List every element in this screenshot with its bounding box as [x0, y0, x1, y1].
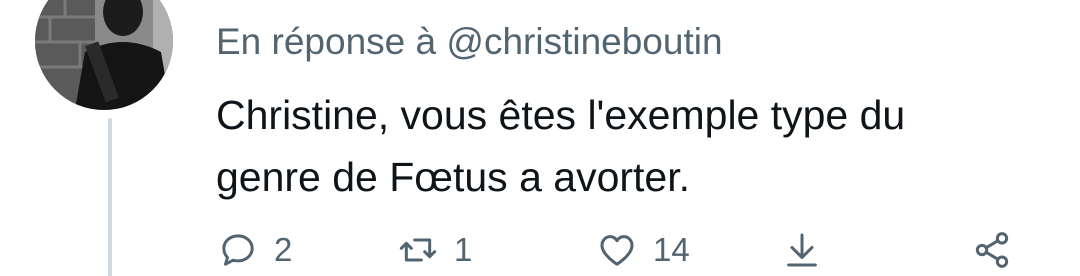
tweet: En réponse à @christineboutin Christine,… [0, 0, 1080, 276]
tweet-actions-bar: 2 1 14 [0, 225, 1080, 275]
share-icon [975, 232, 1009, 268]
avatar-photo-icon [35, 0, 173, 110]
retweet-icon [399, 238, 437, 262]
like-count: 14 [653, 231, 690, 268]
reply-count: 2 [274, 231, 293, 268]
reply-context: En réponse à @christineboutin [216, 20, 723, 64]
reply-button[interactable]: 2 [218, 225, 292, 275]
reply-icon [222, 234, 254, 266]
like-button[interactable]: 14 [597, 225, 690, 275]
retweet-button[interactable]: 1 [398, 225, 472, 275]
download-button[interactable] [782, 225, 822, 275]
tweet-text: Christine, vous êtes l'exemple type du g… [216, 84, 1036, 208]
reply-mention-link[interactable]: @christineboutin [446, 21, 722, 62]
download-icon [787, 233, 817, 267]
heart-icon [600, 235, 634, 266]
reply-prefix: En réponse à [216, 21, 437, 62]
retweet-count: 1 [454, 231, 473, 268]
tweet-text-line: Christine, vous êtes l'exemple type du [216, 92, 906, 138]
tweet-text-line: genre de Fœtus a avorter. [216, 154, 691, 200]
user-avatar[interactable] [35, 0, 173, 110]
share-button[interactable] [972, 225, 1012, 275]
